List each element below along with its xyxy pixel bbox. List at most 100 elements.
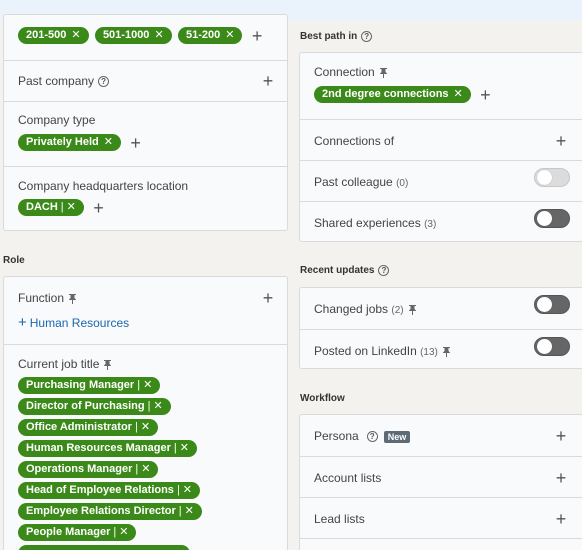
posted-on-linkedin-label: Posted on LinkedIn (13)	[314, 344, 451, 358]
add-persona-icon[interactable]: +	[554, 427, 568, 445]
company-filters-card: 201-500 ✕ 501-1000 ✕ 51-200 ✕ + Past compan…	[3, 14, 288, 231]
hq-location-pill[interactable]: DACH | ✕	[18, 199, 84, 216]
remove-icon[interactable]: ✕	[225, 29, 234, 41]
connection-pill[interactable]: 2nd degree connections ✕	[314, 86, 471, 103]
remove-icon[interactable]: ✕	[180, 442, 189, 454]
pill-label: 501-1000	[102, 29, 150, 41]
add-lead-lists-icon[interactable]: +	[554, 510, 568, 528]
posted-on-linkedin-toggle[interactable]	[534, 337, 570, 356]
job-title-pill[interactable]: Human Resources Manager | ✕	[18, 440, 197, 457]
add-connection-icon[interactable]: +	[480, 86, 491, 104]
remove-icon[interactable]: ✕	[454, 88, 463, 100]
job-title-pill[interactable]: People Manager | ✕	[18, 524, 137, 541]
shared-experiences-toggle[interactable]	[534, 209, 570, 228]
company-type-row: Company type Privately Held ✕ +	[4, 101, 287, 166]
toggle-knob	[537, 211, 552, 226]
past-company-row[interactable]: Past company? +	[4, 60, 287, 101]
past-colleague-label: Past colleague (0)	[314, 175, 409, 189]
remove-icon[interactable]: ✕	[183, 484, 192, 496]
account-lists-label: Account lists	[314, 471, 382, 485]
hq-location-row: Company headquarters location DACH | ✕ +	[4, 166, 287, 232]
job-title-pill[interactable]: Purchasing Manager | ✕	[18, 377, 161, 394]
remove-icon[interactable]: ✕	[141, 463, 150, 475]
lead-lists-row[interactable]: Lead lists +	[300, 497, 582, 538]
pin-icon[interactable]	[408, 304, 417, 316]
changed-jobs-toggle[interactable]	[534, 295, 570, 314]
pin-icon[interactable]	[103, 359, 112, 371]
hq-location-label: Company headquarters location	[18, 179, 189, 193]
pin-icon[interactable]	[68, 293, 77, 305]
best-path-card: Connection 2nd degree connections ✕ + Con…	[299, 52, 582, 242]
pill-label: Employee Relations Director	[26, 505, 176, 517]
pin-icon[interactable]	[442, 346, 451, 358]
workflow-title: Workflow	[300, 393, 345, 404]
toggle-knob	[537, 170, 552, 185]
job-title-pill-partial[interactable]	[18, 545, 190, 550]
account-lists-row[interactable]: Account lists +	[300, 456, 582, 497]
pill-label: 51-200	[186, 29, 221, 41]
add-hq-location-icon[interactable]: +	[93, 199, 104, 217]
past-colleague-toggle[interactable]	[534, 168, 570, 187]
role-filters-card: Function + + Human Resources Current job …	[3, 276, 288, 550]
remove-icon[interactable]: ✕	[67, 201, 76, 213]
remove-icon[interactable]: ✕	[119, 526, 128, 538]
job-title-pill[interactable]: Employee Relations Director | ✕	[18, 503, 202, 520]
company-type-label: Company type	[18, 113, 96, 127]
pin-icon[interactable]	[379, 67, 388, 79]
current-job-title-label: Current job title	[18, 357, 112, 371]
job-title-pill[interactable]: Operations Manager | ✕	[18, 461, 159, 478]
toggle-knob	[537, 297, 552, 312]
connections-of-label: Connections of	[314, 134, 395, 148]
shared-experiences-row: Shared experiences (3)	[300, 201, 582, 243]
pill-label: Office Administrator	[26, 421, 132, 433]
past-company-label: Past company?	[18, 74, 110, 88]
job-title-pill[interactable]: Head of Employee Relations | ✕	[18, 482, 201, 499]
add-company-type-icon[interactable]: +	[130, 134, 141, 152]
connections-of-row[interactable]: Connections of +	[300, 119, 582, 160]
shared-experiences-label: Shared experiences (3)	[314, 216, 437, 230]
remove-icon[interactable]: ✕	[153, 400, 162, 412]
remove-icon[interactable]: ✕	[154, 29, 163, 41]
help-icon[interactable]: ?	[366, 431, 378, 443]
pill-label: Director of Purchasing	[26, 400, 145, 412]
connection-row: Connection 2nd degree connections ✕ +	[300, 53, 582, 119]
help-icon[interactable]: ?	[98, 76, 110, 88]
add-account-lists-icon[interactable]: +	[554, 469, 568, 487]
job-title-pill[interactable]: Office Administrator | ✕	[18, 419, 159, 436]
pill-label: 201-500	[26, 29, 67, 41]
help-icon[interactable]: ?	[361, 31, 373, 42]
pill-label: 2nd degree connections	[322, 88, 449, 100]
add-human-resources-link[interactable]: + Human Resources	[18, 314, 129, 331]
add-headcount-icon[interactable]: +	[252, 27, 263, 45]
help-icon[interactable]: ?	[378, 265, 390, 276]
best-path-title: Best path in?	[300, 31, 373, 42]
role-section-title: Role	[3, 255, 25, 266]
pill-label: Purchasing Manager	[26, 379, 135, 391]
add-past-company-icon[interactable]: +	[261, 72, 275, 90]
remove-icon[interactable]: ✕	[141, 421, 150, 433]
function-label: Function	[18, 291, 77, 305]
pill-label: People Manager	[26, 526, 111, 538]
plus-icon: +	[18, 314, 27, 331]
company-type-pill[interactable]: Privately Held ✕	[18, 134, 121, 151]
remove-icon[interactable]: ✕	[71, 29, 80, 41]
changed-jobs-label: Changed jobs (2)	[314, 302, 417, 316]
headcount-pill-51-200[interactable]: 51-200 ✕	[178, 27, 243, 44]
workflow-next-row	[300, 538, 582, 550]
pill-label: Privately Held	[26, 136, 99, 148]
job-title-pill[interactable]: Director of Purchasing | ✕	[18, 398, 171, 415]
headcount-row: 201-500 ✕ 501-1000 ✕ 51-200 ✕ +	[4, 15, 287, 60]
add-connections-of-icon[interactable]: +	[554, 132, 568, 150]
headcount-pill-501-1000[interactable]: 501-1000 ✕	[94, 27, 172, 44]
pill-label: Human Resources Manager	[26, 442, 171, 454]
pill-label: Head of Employee Relations	[26, 484, 174, 496]
changed-jobs-row: Changed jobs (2)	[300, 288, 582, 329]
lead-lists-label: Lead lists	[314, 512, 365, 526]
persona-row[interactable]: Persona? New +	[300, 415, 582, 456]
headcount-pill-201-500[interactable]: 201-500 ✕	[18, 27, 89, 44]
current-job-title-row: Current job title Purchasing Manager | ✕ D…	[4, 344, 287, 550]
add-function-icon[interactable]: +	[261, 289, 275, 307]
remove-icon[interactable]: ✕	[185, 505, 194, 517]
remove-icon[interactable]: ✕	[143, 379, 152, 391]
remove-icon[interactable]: ✕	[104, 136, 113, 148]
